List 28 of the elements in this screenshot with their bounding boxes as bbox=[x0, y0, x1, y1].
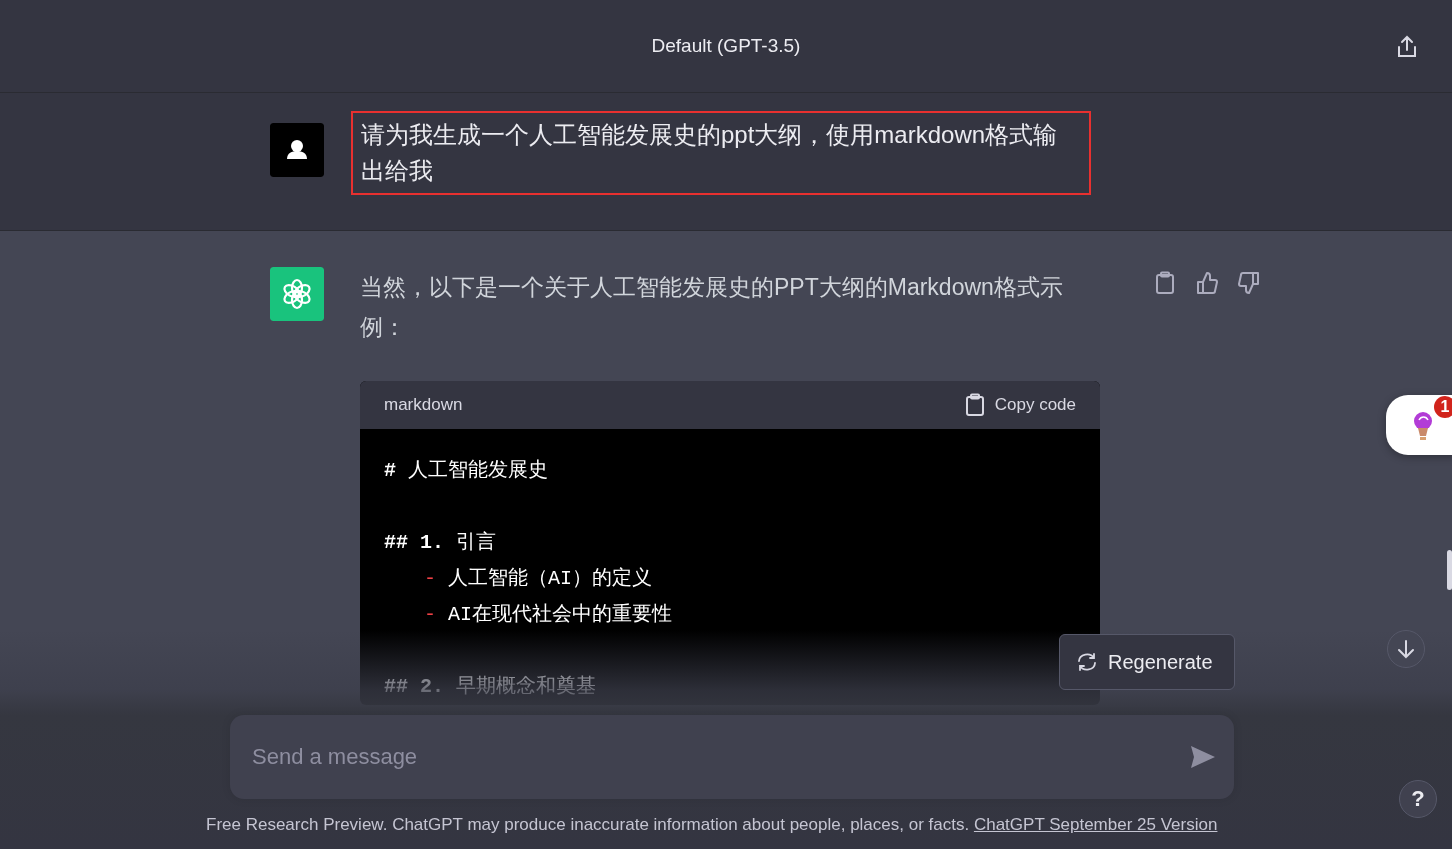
assistant-message: 当然，以下是一个关于人工智能发展史的PPT大纲的Markdown格式示例： bbox=[360, 273, 1064, 342]
version-link[interactable]: ChatGPT September 25 Version bbox=[973, 815, 1218, 834]
copy-icon[interactable] bbox=[1154, 271, 1176, 295]
clipboard-icon bbox=[964, 393, 985, 417]
code-line: # 人工智能发展史 bbox=[384, 458, 549, 484]
user-avatar-icon bbox=[270, 123, 324, 177]
message-input[interactable]: Send a message bbox=[230, 715, 1234, 799]
disclaimer-text: Free Research Preview. ChatGPT may produce inaccurate information about people, places, or facts. ChatGPT September 25 Version bbox=[206, 815, 1218, 835]
code-line: - AI在现代社会中的重要性 bbox=[424, 602, 673, 628]
send-icon[interactable] bbox=[1190, 745, 1216, 769]
user-message: 请为我生成一个人工智能发展史的ppt大纲，使用markdown格式输出给我 bbox=[351, 111, 1091, 195]
chat-title: Default (GPT-3.5) bbox=[651, 35, 801, 57]
assistant-logo-icon bbox=[270, 267, 324, 321]
regenerate-button[interactable]: Regenerate bbox=[1059, 634, 1235, 690]
plugin-widget[interactable] bbox=[1386, 395, 1452, 455]
scroll-down-button[interactable] bbox=[1387, 630, 1425, 668]
share-icon[interactable] bbox=[1396, 35, 1418, 59]
copy-code-button[interactable]: Copy code bbox=[964, 393, 1076, 417]
refresh-icon bbox=[1076, 652, 1098, 672]
code-line: ## 1. 引言 bbox=[384, 530, 497, 556]
thumbs-down-icon[interactable] bbox=[1238, 271, 1260, 295]
code-line: ## 2. 早期概念和奠基 bbox=[384, 674, 597, 700]
thumbs-up-icon[interactable] bbox=[1196, 271, 1218, 295]
code-language: markdown bbox=[384, 395, 463, 415]
code-line: - 人工智能（AI）的定义 bbox=[424, 566, 653, 592]
arrow-down-icon bbox=[1397, 639, 1415, 659]
scrollbar[interactable] bbox=[1447, 550, 1452, 590]
help-button[interactable]: ? bbox=[1399, 780, 1437, 818]
